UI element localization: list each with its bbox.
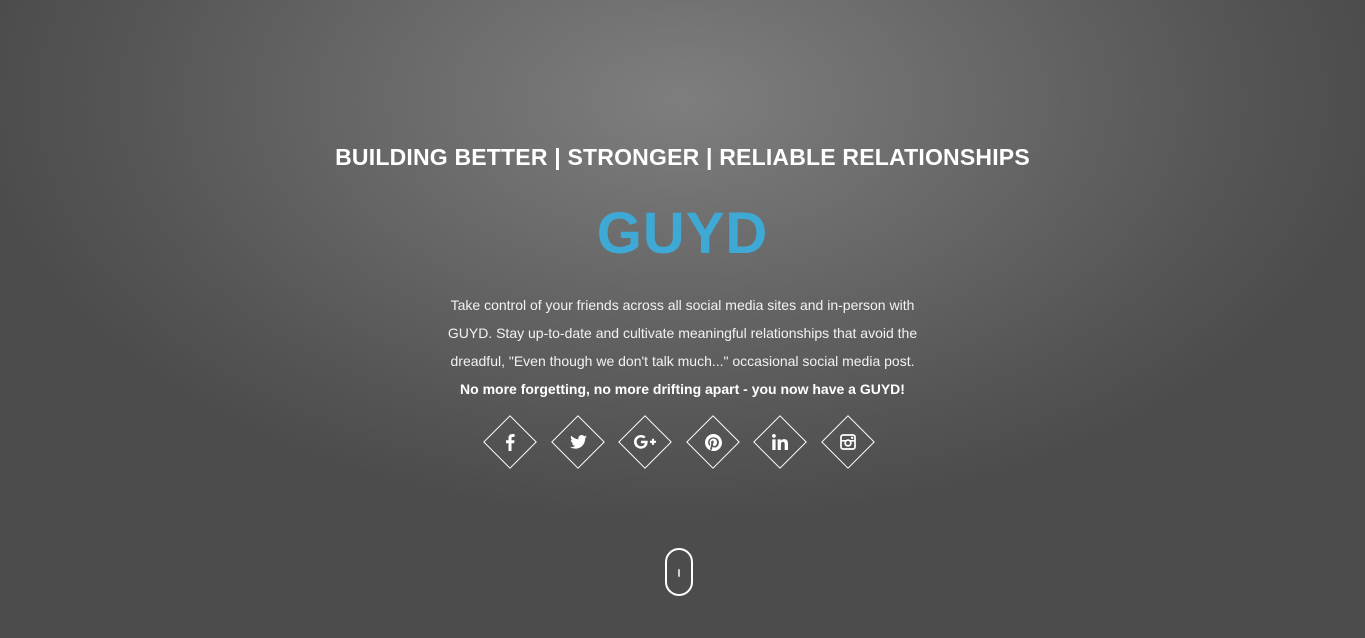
mouse-wheel-indicator bbox=[678, 569, 680, 577]
facebook-link[interactable] bbox=[483, 415, 537, 469]
description: Take control of your friends across all … bbox=[447, 297, 918, 369]
scroll-down-mouse-icon[interactable] bbox=[665, 548, 693, 596]
linkedin-link[interactable] bbox=[753, 415, 807, 469]
google-plus-link[interactable] bbox=[618, 415, 672, 469]
facebook-icon bbox=[499, 431, 521, 453]
instagram-icon bbox=[837, 431, 859, 453]
brand-title: GUYD bbox=[596, 201, 769, 266]
hero-section: BUILDING BETTER | STRONGER | RELIABLE RE… bbox=[0, 0, 1365, 638]
linkedin-icon bbox=[769, 431, 791, 453]
tagline: BUILDING BETTER | STRONGER | RELIABLE RE… bbox=[335, 144, 1030, 170]
description-emphasis: No more forgetting, no more drifting apa… bbox=[460, 381, 905, 397]
social-links bbox=[483, 415, 896, 469]
google-plus-icon bbox=[634, 431, 656, 453]
pinterest-link[interactable] bbox=[685, 415, 740, 469]
instagram-link[interactable] bbox=[820, 415, 875, 469]
twitter-link[interactable] bbox=[550, 415, 605, 469]
pinterest-icon bbox=[702, 431, 724, 453]
twitter-icon bbox=[567, 431, 589, 453]
